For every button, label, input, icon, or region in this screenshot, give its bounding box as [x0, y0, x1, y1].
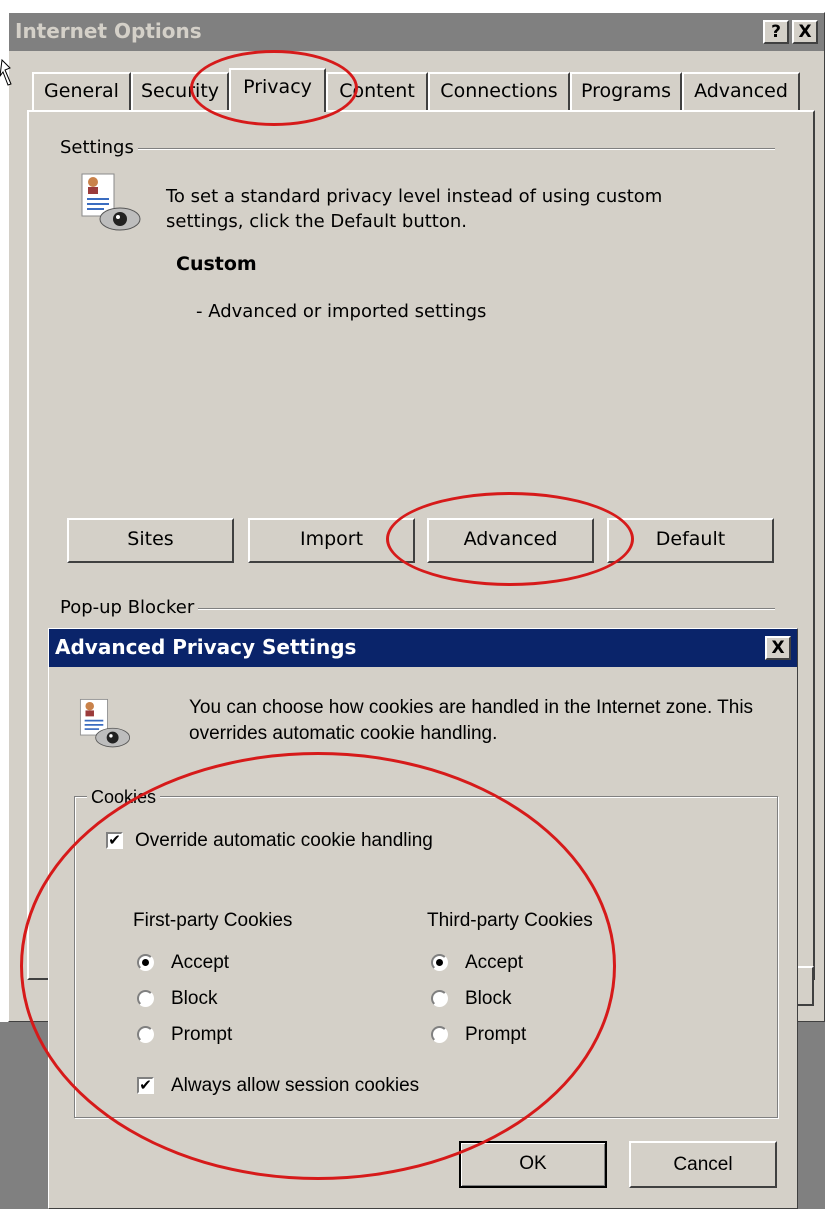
tab-advanced[interactable]: Advanced: [682, 72, 800, 110]
session-cookies-label[interactable]: Always allow session cookies: [171, 1074, 419, 1098]
privacy-level-name: Custom: [176, 253, 257, 275]
advanced-privacy-description: You can choose how cookies are handled i…: [189, 697, 754, 744]
first-party-heading: First-party Cookies: [133, 910, 293, 931]
advanced-privacy-titlebar: Advanced Privacy Settings: [49, 629, 797, 667]
tab-content[interactable]: Content: [326, 72, 428, 110]
tab-privacy[interactable]: Privacy: [229, 68, 326, 112]
privacy-level-detail: - Advanced or imported settings: [196, 301, 487, 322]
third-party-block-radio[interactable]: [431, 990, 448, 1007]
tab-connections[interactable]: Connections: [428, 72, 570, 110]
third-party-accept-radio[interactable]: [431, 954, 448, 971]
first-party-block-label[interactable]: Block: [171, 987, 217, 1011]
cancel-button[interactable]: Cancel: [629, 1141, 777, 1188]
help-button[interactable]: ?: [763, 20, 789, 44]
internet-options-titlebar: Internet Options: [9, 13, 824, 51]
first-party-accept-radio[interactable]: [137, 954, 154, 971]
privacy-description: To set a standard privacy level instead …: [166, 186, 663, 232]
tab-security[interactable]: Security: [131, 72, 229, 110]
first-party-prompt-radio[interactable]: [137, 1026, 154, 1043]
tab-general[interactable]: General: [32, 72, 131, 110]
advanced-privacy-dialog: Advanced Privacy Settings X You can choo…: [48, 628, 798, 1209]
first-party-accept-label[interactable]: Accept: [171, 951, 229, 975]
default-button[interactable]: Default: [607, 518, 774, 563]
third-party-prompt-radio[interactable]: [431, 1026, 448, 1043]
tab-programs[interactable]: Programs: [570, 72, 682, 110]
settings-group-line: [60, 148, 775, 150]
cursor-icon: [0, 58, 12, 86]
ok-button[interactable]: OK: [459, 1141, 607, 1188]
privacy-document-icon-2: [79, 698, 131, 748]
third-party-accept-label[interactable]: Accept: [465, 951, 523, 975]
third-party-block-label[interactable]: Block: [465, 987, 511, 1011]
cookies-group-label: Cookies: [87, 786, 161, 808]
background-window-bottom-right: [797, 1022, 825, 1209]
privacy-document-icon: [81, 173, 141, 231]
settings-group-label: Settings: [56, 137, 138, 159]
advanced-button[interactable]: Advanced: [427, 518, 594, 563]
dialog-close-button[interactable]: X: [765, 636, 791, 660]
import-button[interactable]: Import: [248, 518, 415, 563]
override-checkbox[interactable]: ✔: [106, 832, 123, 849]
session-cookies-checkbox[interactable]: ✔: [137, 1077, 154, 1094]
override-label[interactable]: Override automatic cookie handling: [135, 829, 433, 853]
first-party-block-radio[interactable]: [137, 990, 154, 1007]
advanced-privacy-title: Advanced Privacy Settings: [55, 635, 357, 659]
third-party-prompt-label[interactable]: Prompt: [465, 1023, 526, 1047]
sites-button[interactable]: Sites: [67, 518, 234, 563]
background-window-bottom: [0, 1022, 48, 1209]
popup-group-label: Pop-up Blocker: [56, 597, 199, 619]
first-party-prompt-label[interactable]: Prompt: [171, 1023, 232, 1047]
third-party-heading: Third-party Cookies: [427, 910, 593, 931]
close-button[interactable]: X: [792, 20, 818, 44]
internet-options-title: Internet Options: [15, 19, 202, 43]
